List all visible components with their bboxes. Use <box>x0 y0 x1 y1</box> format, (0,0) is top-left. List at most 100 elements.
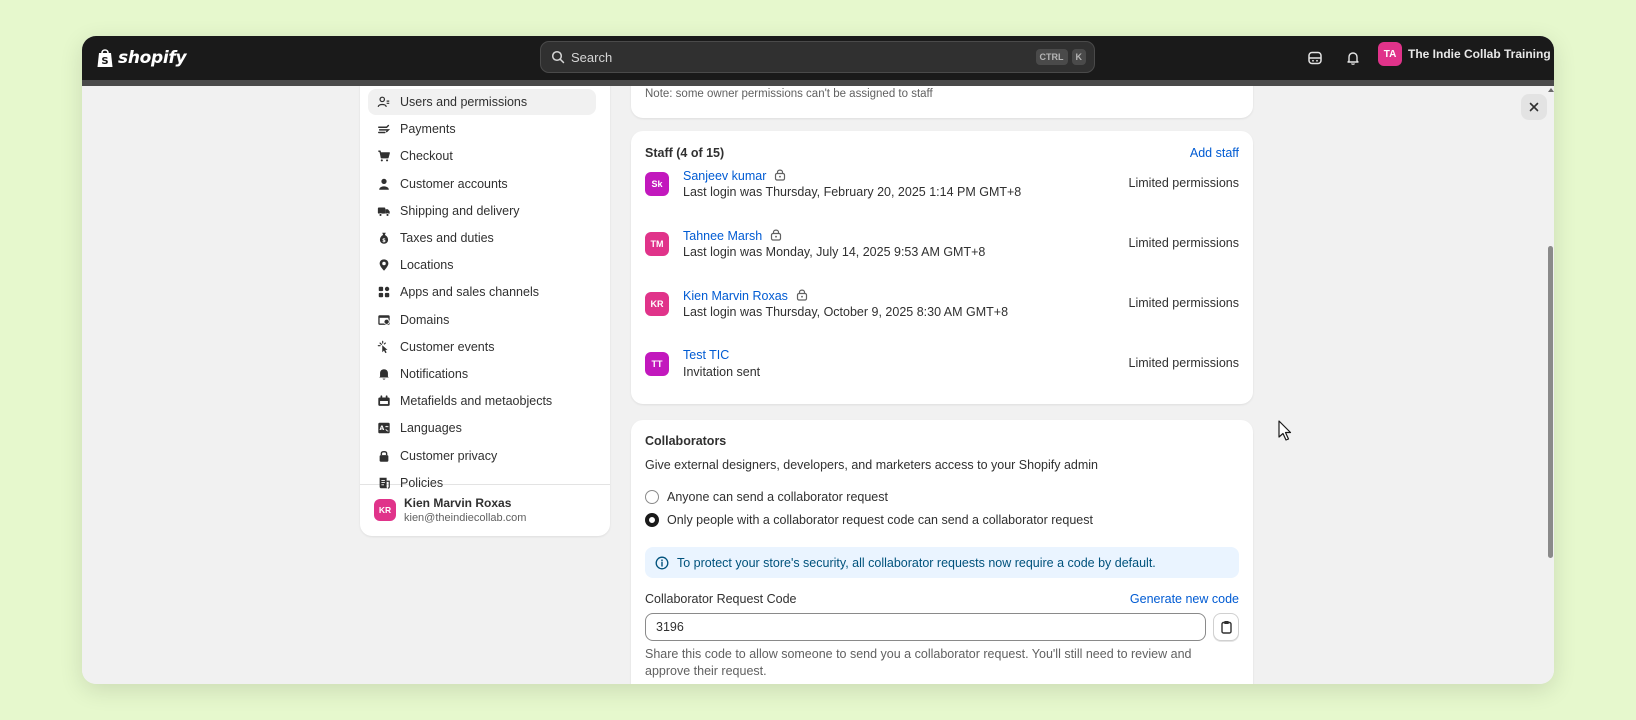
policy-icon <box>376 475 392 491</box>
sidebar-item-label: Notifications <box>400 367 469 381</box>
sidekick-icon[interactable] <box>1305 48 1325 68</box>
lock-icon <box>376 448 392 464</box>
staff-name-link[interactable]: Test TIC <box>683 348 729 362</box>
staff-card: Staff (4 of 15) Add staff Sk Sanjeev kuma… <box>631 131 1253 404</box>
sidebar-item-notifications[interactable]: Notifications <box>368 361 596 387</box>
scroll-up-icon[interactable] <box>1547 86 1554 94</box>
staff-row[interactable]: KR Kien Marvin Roxas Last login was Thursd… <box>645 288 1239 332</box>
svg-text:A: A <box>379 426 384 433</box>
payments-icon <box>376 121 392 137</box>
lock-icon <box>796 288 808 304</box>
collaborators-card: Collaborators Give external designers, d… <box>631 420 1253 684</box>
add-staff-button[interactable]: Add staff <box>1190 146 1239 160</box>
staff-name: Tahnee Marsh <box>683 229 763 243</box>
sidebar-item-payments[interactable]: Payments <box>368 116 596 142</box>
copy-code-button[interactable] <box>1213 613 1239 641</box>
staff-row[interactable]: Sk Sanjeev kumar Last login was Thursday, … <box>645 168 1239 212</box>
clipboard-icon <box>1220 621 1232 634</box>
avatar: Sk <box>645 172 669 196</box>
close-settings-button[interactable] <box>1521 94 1547 120</box>
lock-icon <box>770 228 782 244</box>
staff-row[interactable]: TT Test TIC Invitation sent Limited permiss… <box>645 348 1239 392</box>
staff-name: Sanjeev kumar <box>683 169 767 183</box>
avatar: TT <box>645 352 669 376</box>
search-bar[interactable]: Search CTRL K <box>540 41 1095 73</box>
radio-anyone-label: Anyone can send a collaborator request <box>667 490 888 504</box>
sidebar-item-customer-accounts[interactable]: Customer accounts <box>368 171 596 197</box>
apps-icon <box>376 284 392 300</box>
sidebar-item-taxes-and-duties[interactable]: $ Taxes and duties <box>368 225 596 251</box>
staff-status: Last login was Monday, July 14, 2025 9:5… <box>683 245 986 259</box>
staff-name-link[interactable]: Tahnee Marsh <box>683 228 782 244</box>
scrollbar-thumb[interactable] <box>1548 246 1553 558</box>
search-placeholder: Search <box>571 49 613 65</box>
store-switcher[interactable]: TA The Indie Collab Training ... <box>1378 42 1554 66</box>
settings-sidebar: KR Kien Marvin Roxas kien@theindiecollab… <box>360 86 610 536</box>
sidebar-item-locations[interactable]: Locations <box>368 252 596 278</box>
avatar: KR <box>374 499 396 521</box>
sidebar-item-apps-and-sales-channels[interactable]: Apps and sales channels <box>368 279 596 305</box>
permission-level: Limited permissions <box>1128 236 1239 250</box>
radio-anyone-control[interactable] <box>645 490 659 504</box>
metafields-icon <box>376 393 392 409</box>
lock-icon <box>774 168 786 184</box>
code-help-text: Share this code to allow someone to send… <box>645 647 1192 678</box>
radio-anyone[interactable]: Anyone can send a collaborator request <box>645 490 888 504</box>
radio-code-only-label: Only people with a collaborator request … <box>667 513 1093 527</box>
search-icon <box>551 50 565 64</box>
sidebar-item-label: Customer privacy <box>400 448 498 463</box>
sidebar-item-label: Languages <box>400 421 462 436</box>
sidebar-item-shipping-and-delivery[interactable]: Shipping and delivery <box>368 198 596 224</box>
sidebar-item-label: Locations <box>400 258 454 273</box>
person-icon <box>376 176 392 192</box>
permission-level: Limited permissions <box>1128 176 1239 190</box>
staff-name: Test TIC <box>683 348 730 362</box>
staff-name: Kien Marvin Roxas <box>683 289 788 303</box>
staff-name-link[interactable]: Sanjeev kumar <box>683 168 786 184</box>
generate-code-button[interactable]: Generate new code <box>1130 592 1239 606</box>
current-user[interactable]: KR Kien Marvin Roxas kien@theindiecollab… <box>374 496 526 524</box>
permission-level: Limited permissions <box>1128 356 1239 370</box>
cart-icon <box>376 148 392 164</box>
user-email: kien@theindiecollab.com <box>404 512 527 524</box>
info-icon <box>655 556 669 569</box>
bell-glyph-icon <box>1347 52 1359 65</box>
notifications-bell-icon[interactable] <box>1343 48 1363 68</box>
collaborators-description: Give external designers, developers, and… <box>645 458 1099 472</box>
radio-code-only-control[interactable] <box>645 513 659 527</box>
sidebar-item-label: Apps and sales channels <box>400 285 539 300</box>
money-bag-icon: $ <box>376 230 392 246</box>
sidebar-item-metafields-and-metaobjects[interactable]: Metafields and metaobjects <box>368 388 596 414</box>
sidebar-item-customer-events[interactable]: Customer events <box>368 334 596 360</box>
sidebar-item-users-and-permissions[interactable]: Users and permissions <box>368 89 596 115</box>
store-avatar: TA <box>1378 42 1402 66</box>
collaborators-title: Collaborators <box>645 434 727 448</box>
sidebar-item-languages[interactable]: A Languages <box>368 415 596 441</box>
sidebar-item-checkout[interactable]: Checkout <box>368 143 596 169</box>
sidekick-glyph-icon <box>1308 51 1322 65</box>
staff-row[interactable]: TM Tahnee Marsh Last login was Monday, Jul… <box>645 228 1239 272</box>
collaborator-code-input[interactable] <box>645 613 1206 641</box>
owner-note: Note: some owner permissions can't be as… <box>645 88 933 100</box>
svg-text:S: S <box>101 56 108 67</box>
staff-status: Invitation sent <box>683 365 761 379</box>
store-name: The Indie Collab Training ... <box>1408 47 1554 61</box>
users-icon <box>376 94 392 110</box>
staff-title: Staff (4 of 15) <box>645 146 725 160</box>
banner-text: To protect your store's security, all co… <box>677 555 1156 570</box>
shopify-logo[interactable]: S shopify <box>96 44 187 72</box>
sidebar-item-label: Payments <box>400 122 456 137</box>
truck-icon <box>376 203 392 219</box>
sidebar-item-label: Shipping and delivery <box>400 203 520 218</box>
avatar: TM <box>645 232 669 256</box>
sidebar-item-domains[interactable]: Domains <box>368 307 596 333</box>
top-bar: S shopify Search CTRL K TA The Indie Col… <box>82 36 1554 80</box>
shortcut-key-ctrl: CTRL <box>1035 49 1068 65</box>
sidebar-item-label: Users and permissions <box>400 95 528 109</box>
staff-name-link[interactable]: Kien Marvin Roxas <box>683 288 808 304</box>
radio-code-only[interactable]: Only people with a collaborator request … <box>645 513 1093 527</box>
sidebar-item-customer-privacy[interactable]: Customer privacy <box>368 443 596 469</box>
sidebar-item-label: Metafields and metaobjects <box>400 394 553 409</box>
sidebar-item-label: Customer events <box>400 339 495 354</box>
sidebar-item-policies[interactable]: Policies <box>368 470 596 496</box>
